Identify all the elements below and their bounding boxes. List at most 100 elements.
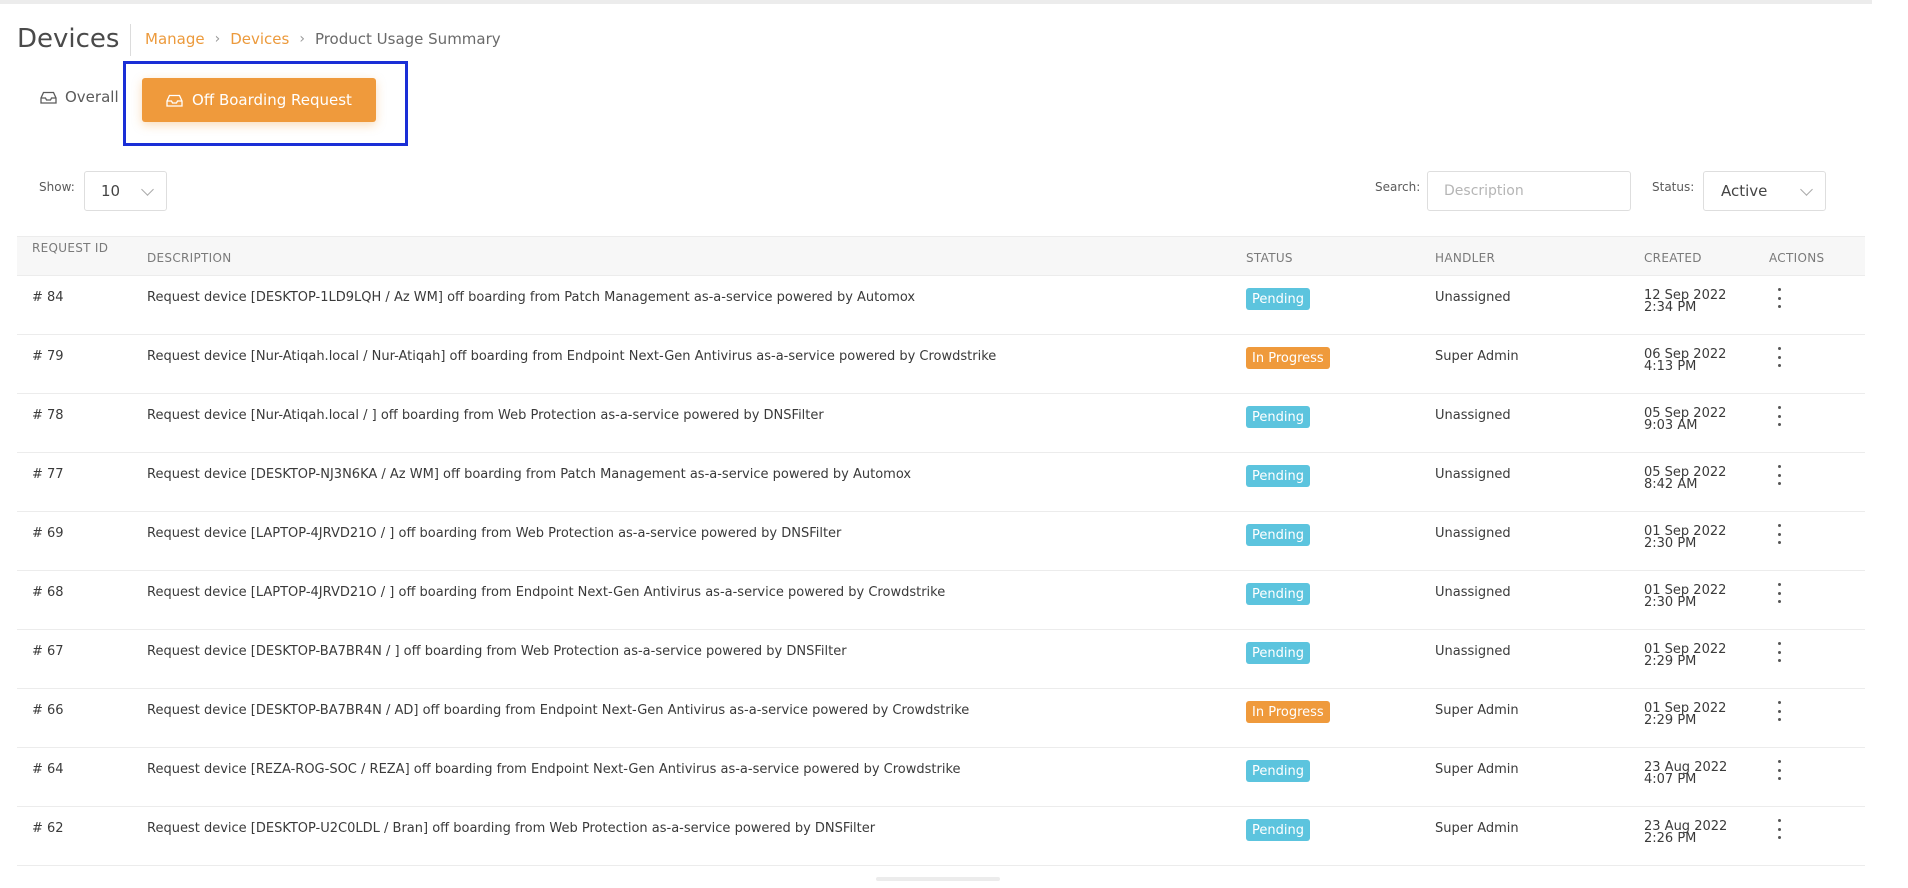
header-created[interactable]: CREATED: [1644, 251, 1702, 265]
more-vertical-icon[interactable]: [1774, 465, 1784, 485]
tab-overall[interactable]: Overall: [40, 88, 119, 106]
table-row[interactable]: # 84 Request device [DESKTOP-1LD9LQH / A…: [17, 276, 1865, 335]
status-badge: Pending: [1246, 465, 1310, 487]
request-id: # 79: [32, 349, 64, 364]
status-badge: Pending: [1246, 406, 1310, 428]
more-vertical-icon[interactable]: [1774, 288, 1784, 308]
table-header: REQUEST ID DESCRIPTION STATUS HANDLER CR…: [17, 236, 1865, 276]
request-description: Request device [LAPTOP-4JRVD21O / ] off …: [147, 585, 946, 600]
tab-overall-label: Overall: [65, 88, 119, 106]
request-id: # 67: [32, 644, 64, 659]
header-status[interactable]: STATUS: [1246, 251, 1293, 265]
more-vertical-icon[interactable]: [1774, 819, 1784, 839]
status-badge: Pending: [1246, 642, 1310, 664]
title-separator: [130, 24, 131, 56]
highlight-box: [123, 61, 408, 146]
more-vertical-icon[interactable]: [1774, 347, 1784, 367]
request-description: Request device [LAPTOP-4JRVD21O / ] off …: [147, 526, 842, 541]
status-badge: In Progress: [1246, 347, 1330, 369]
table-body: # 84 Request device [DESKTOP-1LD9LQH / A…: [17, 276, 1865, 866]
more-vertical-icon[interactable]: [1774, 642, 1784, 662]
request-handler: Unassigned: [1435, 290, 1511, 305]
more-vertical-icon[interactable]: [1774, 524, 1784, 544]
requests-table: REQUEST ID DESCRIPTION STATUS HANDLER CR…: [17, 236, 1865, 866]
request-description: Request device [REZA-ROG-SOC / REZA] off…: [147, 762, 961, 777]
table-row[interactable]: # 66 Request device [DESKTOP-BA7BR4N / A…: [17, 689, 1865, 748]
created-time: 2:30 PM: [1644, 595, 1697, 610]
chevron-right-icon: ›: [299, 31, 305, 47]
request-handler: Unassigned: [1435, 467, 1511, 482]
table-row[interactable]: # 69 Request device [LAPTOP-4JRVD21O / ]…: [17, 512, 1865, 571]
header-description[interactable]: DESCRIPTION: [147, 251, 232, 265]
search-label: Search:: [1375, 180, 1421, 194]
created-time: 9:03 AM: [1644, 418, 1698, 433]
breadcrumb: Manage › Devices › Product Usage Summary: [145, 30, 501, 48]
request-id: # 64: [32, 762, 64, 777]
more-vertical-icon[interactable]: [1774, 701, 1784, 721]
chevron-down-icon: [1800, 183, 1813, 196]
page-title: Devices: [17, 24, 120, 54]
status-badge: Pending: [1246, 819, 1310, 841]
more-vertical-icon[interactable]: [1774, 406, 1784, 426]
status-badge: Pending: [1246, 524, 1310, 546]
created-time: 2:30 PM: [1644, 536, 1697, 551]
table-row[interactable]: # 79 Request device [Nur-Atiqah.local / …: [17, 335, 1865, 394]
breadcrumb-current: Product Usage Summary: [314, 30, 501, 48]
table-row[interactable]: # 77 Request device [DESKTOP-NJ3N6KA / A…: [17, 453, 1865, 512]
header-request-id[interactable]: REQUEST ID: [32, 242, 112, 254]
show-label: Show:: [39, 180, 75, 194]
request-handler: Unassigned: [1435, 408, 1511, 423]
breadcrumb-manage[interactable]: Manage: [145, 30, 205, 48]
table-row[interactable]: # 68 Request device [LAPTOP-4JRVD21O / ]…: [17, 571, 1865, 630]
request-id: # 77: [32, 467, 64, 482]
request-created: 01 Sep 2022 2:30 PM: [1644, 525, 1726, 551]
request-created: 06 Sep 2022 4:13 PM: [1644, 348, 1726, 374]
status-filter-select[interactable]: Active: [1703, 171, 1826, 211]
created-time: 4:13 PM: [1644, 359, 1697, 374]
top-border: [0, 0, 1872, 4]
table-row[interactable]: # 62 Request device [DESKTOP-U2C0LDL / B…: [17, 807, 1865, 866]
inbox-tray-icon: [40, 91, 57, 104]
request-created: 12 Sep 2022 2:34 PM: [1644, 289, 1726, 315]
created-time: 4:07 PM: [1644, 772, 1697, 787]
more-vertical-icon[interactable]: [1774, 583, 1784, 603]
request-handler: Super Admin: [1435, 762, 1519, 777]
table-row[interactable]: # 67 Request device [DESKTOP-BA7BR4N / ]…: [17, 630, 1865, 689]
created-time: 8:42 AM: [1644, 477, 1698, 492]
table-row[interactable]: # 64 Request device [REZA-ROG-SOC / REZA…: [17, 748, 1865, 807]
status-badge: In Progress: [1246, 701, 1330, 723]
request-created: 05 Sep 2022 8:42 AM: [1644, 466, 1726, 492]
request-description: Request device [DESKTOP-U2C0LDL / Bran] …: [147, 821, 876, 836]
table-row[interactable]: # 78 Request device [Nur-Atiqah.local / …: [17, 394, 1865, 453]
request-handler: Unassigned: [1435, 644, 1511, 659]
header-handler[interactable]: HANDLER: [1435, 251, 1495, 265]
request-id: # 84: [32, 290, 64, 305]
more-vertical-icon[interactable]: [1774, 760, 1784, 780]
page-size-value: 10: [101, 182, 121, 200]
status-label: Status:: [1652, 180, 1695, 194]
request-created: 01 Sep 2022 2:30 PM: [1644, 584, 1726, 610]
search-input[interactable]: [1427, 171, 1631, 211]
request-id: # 78: [32, 408, 64, 423]
request-created: 01 Sep 2022 2:29 PM: [1644, 643, 1726, 669]
status-badge: Pending: [1246, 583, 1310, 605]
request-handler: Super Admin: [1435, 821, 1519, 836]
created-time: 2:29 PM: [1644, 713, 1697, 728]
request-created: 05 Sep 2022 9:03 AM: [1644, 407, 1726, 433]
status-filter-value: Active: [1721, 182, 1768, 200]
header-actions: ACTIONS: [1769, 251, 1825, 265]
status-badge: Pending: [1246, 288, 1310, 310]
status-badge: Pending: [1246, 760, 1310, 782]
created-time: 2:34 PM: [1644, 300, 1697, 315]
page-size-select[interactable]: 10: [84, 171, 167, 211]
request-description: Request device [DESKTOP-1LD9LQH / Az WM]…: [147, 290, 916, 305]
request-handler: Super Admin: [1435, 349, 1519, 364]
request-handler: Unassigned: [1435, 585, 1511, 600]
scroll-indicator: [876, 877, 1000, 881]
request-created: 23 Aug 2022 2:26 PM: [1644, 820, 1727, 845]
request-handler: Super Admin: [1435, 703, 1519, 718]
request-handler: Unassigned: [1435, 526, 1511, 541]
request-id: # 69: [32, 526, 64, 541]
created-time: 2:29 PM: [1644, 654, 1697, 669]
breadcrumb-devices[interactable]: Devices: [230, 30, 289, 48]
